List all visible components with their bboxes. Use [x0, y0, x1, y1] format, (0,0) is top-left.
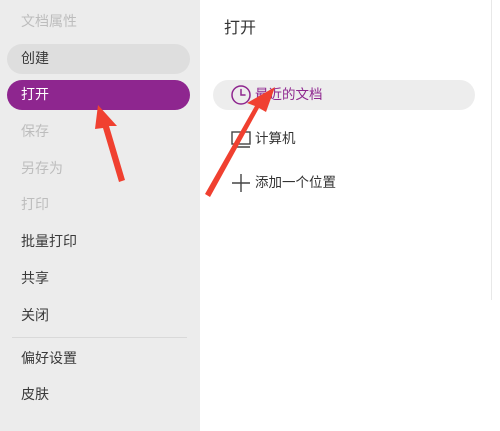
sidebar-item-skin[interactable]: 皮肤	[7, 380, 190, 410]
sidebar-item-open[interactable]: 打开	[7, 80, 190, 110]
plus-icon	[232, 174, 250, 192]
sidebar-item-save-as[interactable]: 另存为	[7, 154, 190, 184]
computer-icon	[231, 131, 251, 148]
sidebar: 文档属性 创建 打开 保存 另存为 打印 批量打印 共享 关闭 偏好设置 皮肤	[0, 0, 200, 431]
sidebar-item-share[interactable]: 共享	[7, 264, 190, 294]
panel-divider	[491, 0, 492, 300]
option-recent-documents-label: 最近的文档	[255, 87, 323, 103]
sidebar-item-close[interactable]: 关闭	[7, 301, 190, 331]
sidebar-item-batch-print[interactable]: 批量打印	[7, 227, 190, 257]
clock-icon	[231, 85, 251, 105]
sidebar-item-create[interactable]: 创建	[7, 44, 190, 74]
option-add-location-label: 添加一个位置	[255, 175, 336, 191]
option-computer-label: 计算机	[255, 131, 296, 147]
option-computer[interactable]: 计算机	[213, 124, 475, 154]
sidebar-divider	[12, 337, 187, 338]
option-add-location[interactable]: 添加一个位置	[213, 168, 475, 198]
option-recent-documents[interactable]: 最近的文档	[213, 80, 475, 110]
sidebar-item-print[interactable]: 打印	[7, 190, 190, 220]
sidebar-item-document-properties[interactable]: 文档属性	[7, 7, 190, 37]
page-title: 打开	[224, 18, 257, 37]
sidebar-item-save[interactable]: 保存	[7, 117, 190, 147]
sidebar-item-preferences[interactable]: 偏好设置	[7, 344, 190, 374]
